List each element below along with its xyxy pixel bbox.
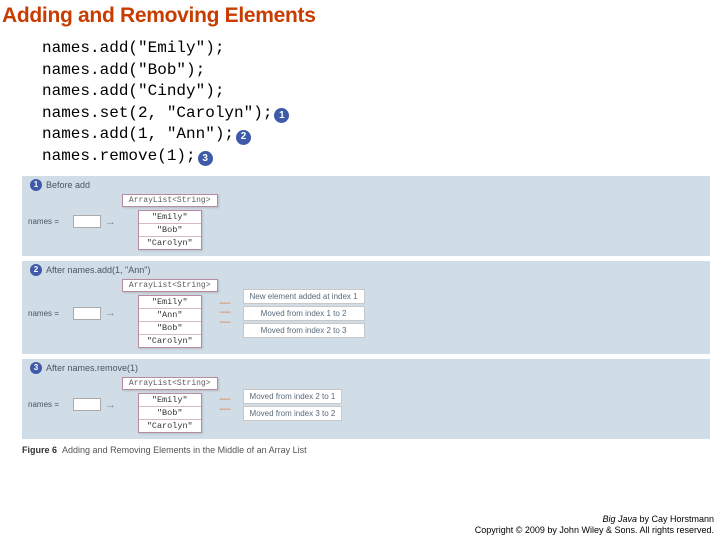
note-col: New element added at index 1 Moved from … — [243, 289, 365, 338]
panel-label: 2 After names.add(1, "Ann") — [28, 264, 704, 276]
note-box: Moved from index 1 to 2 — [243, 306, 365, 321]
footer-credits: Big Java by Cay Horstmann Copyright © 20… — [475, 514, 714, 537]
list-item: "Carolyn" — [139, 420, 201, 432]
figure-caption-text: Adding and Removing Elements in the Midd… — [62, 445, 307, 455]
panel-before-add: 1 Before add names = → ArrayList<String>… — [22, 176, 710, 256]
var-box — [73, 398, 101, 411]
list-cells: "Emily" "Bob" "Carolyn" — [138, 210, 202, 250]
list-item: "Emily" — [139, 296, 201, 309]
list-item: "Carolyn" — [139, 335, 201, 347]
figure-area: 1 Before add names = → ArrayList<String>… — [22, 176, 710, 439]
code-line-5: names.add(1, "Ann");2 — [42, 124, 720, 146]
var-box — [73, 307, 101, 320]
arrow-lines-icon: —— — [220, 396, 231, 413]
code-line-3: names.add("Cindy"); — [42, 81, 720, 103]
code-line-6: names.remove(1);3 — [42, 146, 720, 168]
callout-3-icon: 3 — [30, 362, 42, 374]
type-box: ArrayList<String> — [122, 377, 218, 390]
list-cells: "Emily" "Ann" "Bob" "Carolyn" — [138, 295, 202, 348]
list-item: "Emily" — [139, 394, 201, 407]
list-item: "Ann" — [139, 309, 201, 322]
copyright: Copyright © 2009 by John Wiley & Sons. A… — [475, 525, 714, 536]
list- item: "Carolyn" — [139, 237, 201, 249]
arrow-icon: → — [105, 216, 116, 228]
note-box: Moved from index 2 to 3 — [243, 323, 365, 338]
list-item: "Bob" — [139, 407, 201, 420]
callout-1-icon: 1 — [274, 108, 289, 123]
note-box: Moved from index 2 to 1 — [243, 389, 343, 404]
list-cells: "Emily" "Bob" "Carolyn" — [138, 393, 202, 433]
type-box: ArrayList<String> — [122, 194, 218, 207]
code-line-2: names.add("Bob"); — [42, 60, 720, 82]
panel-label-text: Before add — [46, 180, 90, 190]
author: by Cay Horstmann — [637, 514, 714, 524]
panel-label: 1 Before add — [28, 179, 704, 191]
panel-after-remove: 3 After names.remove(1) names = → ArrayL… — [22, 359, 710, 439]
callout-1-icon: 1 — [30, 179, 42, 191]
arrow-lines-icon: ——— — [220, 300, 231, 327]
callout-3-icon: 3 — [198, 151, 213, 166]
var-name: names = — [28, 217, 59, 226]
book-title: Big Java — [602, 514, 637, 524]
panel-label-text: After names.add(1, "Ann") — [46, 265, 150, 275]
note-box: Moved from index 3 to 2 — [243, 406, 343, 421]
code-line-4: names.set(2, "Carolyn");1 — [42, 103, 720, 125]
panel-after-add: 2 After names.add(1, "Ann") names = → Ar… — [22, 261, 710, 354]
page-title: Adding and Removing Elements — [0, 0, 720, 38]
figure-number: Figure 6 — [22, 445, 57, 455]
panel-label: 3 After names.remove(1) — [28, 362, 704, 374]
code-block: names.add("Emily"); names.add("Bob"); na… — [42, 38, 720, 168]
callout-2-icon: 2 — [30, 264, 42, 276]
var-box — [73, 215, 101, 228]
callout-2-icon: 2 — [236, 130, 251, 145]
note-box: New element added at index 1 — [243, 289, 365, 304]
arrow-icon: → — [105, 307, 116, 319]
code-line-1: names.add("Emily"); — [42, 38, 720, 60]
var-name: names = — [28, 309, 59, 318]
list-item: "Emily" — [139, 211, 201, 224]
list-item: "Bob" — [139, 224, 201, 237]
arrow-icon: → — [105, 399, 116, 411]
list-item: "Bob" — [139, 322, 201, 335]
type-box: ArrayList<String> — [122, 279, 218, 292]
var-name: names = — [28, 400, 59, 409]
figure-caption: Figure 6 Adding and Removing Elements in… — [22, 445, 720, 455]
note-col: Moved from index 2 to 1 Moved from index… — [243, 389, 343, 421]
panel-label-text: After names.remove(1) — [46, 363, 138, 373]
